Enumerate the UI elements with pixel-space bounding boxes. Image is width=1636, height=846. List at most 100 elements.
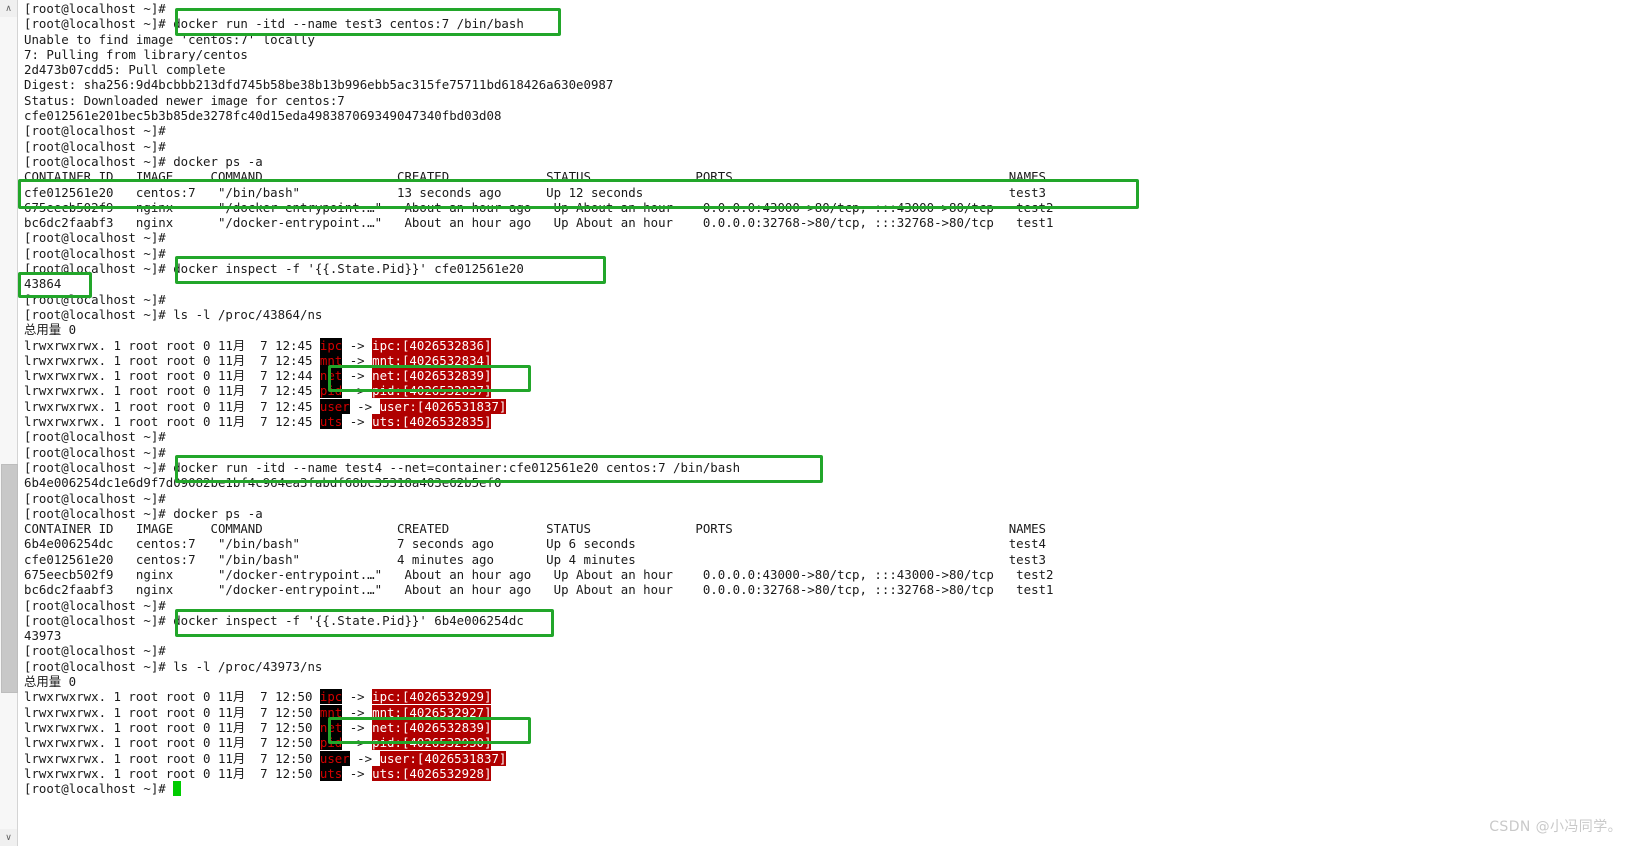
namespace-name: user <box>319 750 350 766</box>
terminal-text: -> <box>342 765 373 781</box>
terminal-text: [root@localhost ~]# ls -l /proc/43973/ns <box>24 658 323 674</box>
terminal-line: [root@localhost ~]# docker run -itd --na… <box>24 460 1053 475</box>
scrollbar-track[interactable] <box>0 17 18 829</box>
terminal-text: [root@localhost ~]# <box>24 123 174 139</box>
terminal-text: 675eecb502f9 nginx "/docker-entrypoint.…… <box>24 566 1054 582</box>
terminal-text: 7 12:50 <box>245 750 320 766</box>
terminal-text: bc6dc2faabf3 nginx "/docker-entrypoint.…… <box>24 582 1054 598</box>
terminal-line: lrwxrwxrwx. 1 root root 0 11月 7 12:50 mn… <box>24 704 1053 720</box>
terminal-line-container: [root@localhost ~]# [root@localhost ~]# … <box>24 1 1053 797</box>
terminal-text: lrwxrwxrwx. 1 root root 0 11 <box>24 368 233 384</box>
terminal-text: 7 12:45 <box>245 414 320 430</box>
terminal-text: [root@localhost ~]# docker ps -a <box>24 505 263 521</box>
terminal-line: bc6dc2faabf3 nginx "/docker-entrypoint.…… <box>24 215 1053 230</box>
terminal-line: [root@localhost ~]# <box>24 781 1053 797</box>
terminal-text: 月 <box>232 383 246 399</box>
terminal-line: Unable to find image 'centos:7' locally <box>24 32 1053 47</box>
terminal-output-area[interactable]: [root@localhost ~]# [root@localhost ~]# … <box>18 0 1636 846</box>
terminal-text: lrwxrwxrwx. 1 root root 0 11 <box>24 750 233 766</box>
terminal-text: [root@localhost ~]# <box>24 643 174 659</box>
terminal-text: 总用量 <box>24 674 62 690</box>
terminal-text: 7: Pulling from library/centos <box>24 46 248 62</box>
terminal-text: 总用量 <box>24 322 62 338</box>
terminal-text: lrwxrwxrwx. 1 root root 0 11 <box>24 689 233 705</box>
terminal-text: [root@localhost ~]# <box>24 490 174 506</box>
namespace-name: user <box>319 398 350 414</box>
namespace-link-target: uts:[4026532928] <box>372 765 492 781</box>
terminal-line: 675eecb502f9 nginx "/docker-entrypoint.…… <box>24 200 1053 215</box>
namespace-name: ipc <box>319 337 343 353</box>
terminal-text: 7 12:45 <box>245 337 320 353</box>
terminal-text: Unable to find image 'centos:7' locally <box>24 31 315 47</box>
terminal-text: CONTAINER ID IMAGE COMMAND CREATED STATU… <box>24 521 1046 537</box>
terminal-text: lrwxrwxrwx. 1 root root 0 11 <box>24 735 233 751</box>
watermark-label: CSDN @小冯同学。 <box>1489 819 1622 835</box>
terminal-line: cfe012561e201bec5b3b85de3278fc40d15eda49… <box>24 108 1053 123</box>
terminal-line: bc6dc2faabf3 nginx "/docker-entrypoint.…… <box>24 582 1053 597</box>
namespace-link-target: ipc:[4026532929] <box>372 689 492 705</box>
namespace-name: mnt <box>319 352 343 368</box>
terminal-text: 月 <box>232 368 246 384</box>
terminal-text: [root@localhost ~]# <box>24 291 174 307</box>
terminal-line: 2d473b07cdd5: Pull complete <box>24 62 1053 77</box>
terminal-line: [root@localhost ~]# docker inspect -f '{… <box>24 613 1053 628</box>
namespace-name: uts <box>319 765 343 781</box>
namespace-link-target: mnt:[4026532927] <box>372 704 492 720</box>
terminal-text: [root@localhost ~]# <box>24 781 174 797</box>
terminal-text: 月 <box>232 735 246 751</box>
terminal-text: cfe012561e20 centos:7 "/bin/bash" 13 sec… <box>24 184 1046 200</box>
namespace-link-target: user:[4026531837] <box>379 398 507 414</box>
terminal-text: 月 <box>232 398 246 414</box>
terminal-line: lrwxrwxrwx. 1 root root 0 11月 7 12:50 ip… <box>24 689 1053 705</box>
terminal-text: 2d473b07cdd5: Pull complete <box>24 62 226 78</box>
namespace-link-target: mnt:[4026532834] <box>372 352 492 368</box>
terminal-line: lrwxrwxrwx. 1 root root 0 11月 7 12:50 ut… <box>24 765 1053 781</box>
terminal-line: 7: Pulling from library/centos <box>24 47 1053 62</box>
terminal-text: 6b4e006254dc centos:7 "/bin/bash" 7 seco… <box>24 536 1046 552</box>
terminal-text: [root@localhost ~]# <box>24 444 174 460</box>
namespace-link-target: net:[4026532839] <box>372 368 492 384</box>
terminal-line: lrwxrwxrwx. 1 root root 0 11月 7 12:50 us… <box>24 750 1053 766</box>
terminal-line: 43973 <box>24 628 1053 643</box>
namespace-name: ipc <box>319 689 343 705</box>
terminal-line: [root@localhost ~]# docker inspect -f '{… <box>24 261 1053 276</box>
scroll-up-arrow-icon[interactable]: ∧ <box>0 0 17 17</box>
terminal-text: -> <box>342 719 373 735</box>
terminal-text: [root@localhost ~]# docker run -itd --na… <box>24 16 524 32</box>
terminal-text: -> <box>342 368 373 384</box>
terminal-text: 月 <box>232 689 246 705</box>
terminal-text: -> <box>349 398 380 414</box>
terminal-text: [root@localhost ~]# <box>24 597 174 613</box>
terminal-line: lrwxrwxrwx. 1 root root 0 11月 7 12:50 ne… <box>24 719 1053 735</box>
terminal-line: [root@localhost ~]# <box>24 1 1053 16</box>
vertical-scrollbar[interactable]: ∧ ∨ <box>0 0 18 846</box>
terminal-text: [root@localhost ~]# ls -l /proc/43864/ns <box>24 306 323 322</box>
terminal-line: [root@localhost ~]# <box>24 429 1053 444</box>
terminal-line: [root@localhost ~]# <box>24 491 1053 506</box>
terminal-line: [root@localhost ~]# ls -l /proc/43864/ns <box>24 307 1053 322</box>
terminal-text: -> <box>342 414 373 430</box>
terminal-text: lrwxrwxrwx. 1 root root 0 11 <box>24 704 233 720</box>
terminal-text: 月 <box>232 750 246 766</box>
terminal-line: 6b4e006254dc centos:7 "/bin/bash" 7 seco… <box>24 536 1053 551</box>
terminal-line: 总用量 0 <box>24 322 1053 337</box>
terminal-text: [root@localhost ~]# <box>24 429 174 445</box>
terminal-text: 月 <box>232 337 246 353</box>
terminal-text: lrwxrwxrwx. 1 root root 0 11 <box>24 765 233 781</box>
terminal-text: -> <box>349 750 380 766</box>
scroll-down-arrow-icon[interactable]: ∨ <box>0 829 17 846</box>
namespace-name: net <box>319 719 343 735</box>
terminal-line: Digest: sha256:9d4bcbbb213dfd745b58be38b… <box>24 77 1053 92</box>
terminal-text: [root@localhost ~]# docker inspect -f '{… <box>24 612 524 628</box>
scrollbar-thumb[interactable] <box>1 463 18 693</box>
terminal-text: 7 12:45 <box>245 352 320 368</box>
terminal-text: 7 12:50 <box>245 735 320 751</box>
terminal-line: lrwxrwxrwx. 1 root root 0 11月 7 12:44 ne… <box>24 368 1053 384</box>
terminal-line: [root@localhost ~]# ls -l /proc/43973/ns <box>24 659 1053 674</box>
terminal-line: [root@localhost ~]# <box>24 123 1053 138</box>
terminal-line: 675eecb502f9 nginx "/docker-entrypoint.…… <box>24 567 1053 582</box>
terminal-line: [root@localhost ~]# <box>24 230 1053 245</box>
terminal-text: 月 <box>232 414 246 430</box>
namespace-link-target: pid:[4026532837] <box>372 383 492 399</box>
terminal-text: 月 <box>232 352 246 368</box>
